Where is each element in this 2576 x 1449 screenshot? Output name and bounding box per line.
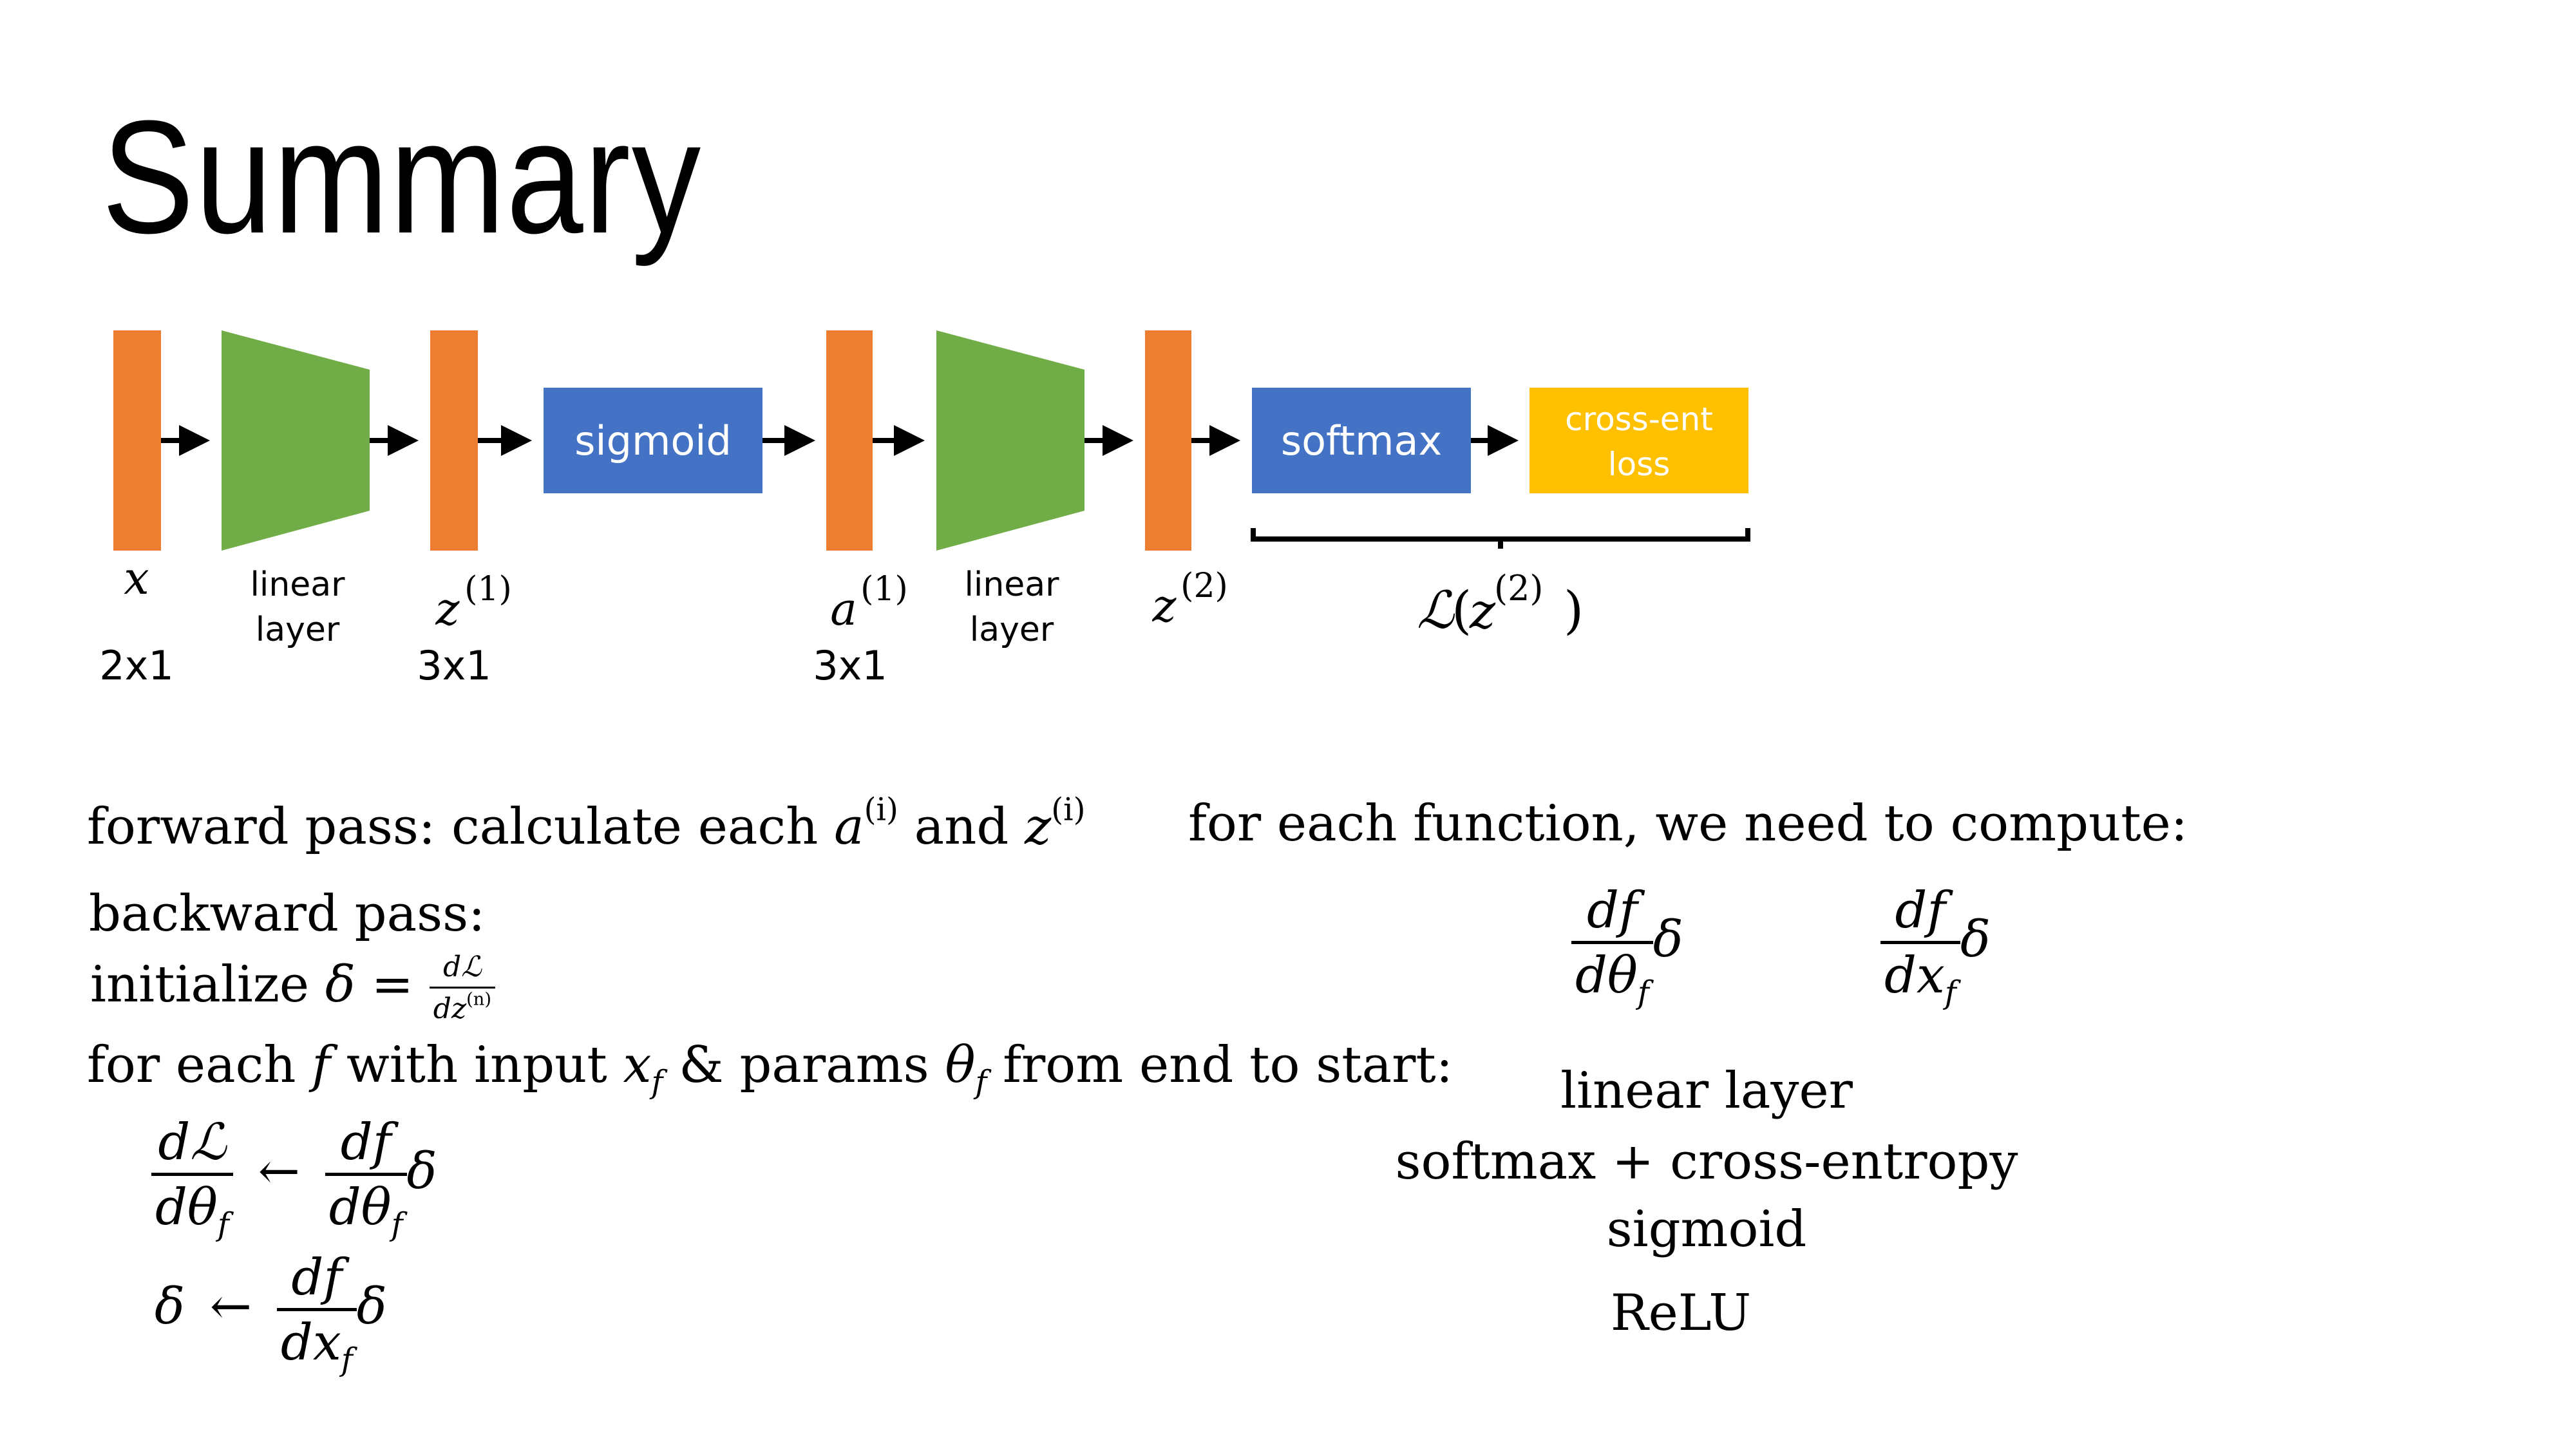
initialize-line: initialize δ = dℒ dz(n) bbox=[90, 953, 495, 1023]
update-delta-equation: δ ← df dxf δ bbox=[155, 1249, 387, 1378]
function-item-linear-layer: linear layer bbox=[1560, 1062, 1853, 1120]
vector-x bbox=[113, 330, 161, 551]
loop-line: for each f with input xf & params θf fro… bbox=[87, 1036, 1454, 1101]
dim-x: 2x1 bbox=[99, 642, 174, 689]
dim-a1: 3x1 bbox=[813, 642, 887, 689]
vector-z2 bbox=[1145, 330, 1191, 551]
linear-layer-1-label-line2: layer bbox=[256, 611, 340, 649]
loss-superscript: (2) bbox=[1494, 568, 1544, 609]
linear-layer-1 bbox=[222, 330, 370, 551]
deriv-input: df dxf δ bbox=[1880, 886, 1991, 1009]
softmax-label: softmax bbox=[1281, 417, 1442, 464]
right-heading: for each function, we need to compute: bbox=[1188, 795, 2188, 853]
forward-pass-line: forward pass: calculate each a(i) and z(… bbox=[87, 791, 1086, 856]
linear-layer-1-label-line1: linear bbox=[250, 565, 345, 604]
linear-layer-2-label-line1: linear bbox=[964, 565, 1059, 604]
vector-a1 bbox=[826, 330, 873, 551]
function-item-sigmoid: sigmoid bbox=[1606, 1200, 1807, 1258]
vector-z2-superscript: (2) bbox=[1180, 567, 1228, 605]
vector-a1-superscript: (1) bbox=[860, 570, 908, 609]
backward-pass-heading: backward pass: bbox=[89, 885, 486, 943]
cross-entropy-label-line1: cross-ent bbox=[1565, 401, 1713, 438]
function-item-softmax-cross-entropy: softmax + cross-entropy bbox=[1395, 1133, 2018, 1191]
linear-layer-2-label-line2: layer bbox=[970, 611, 1054, 649]
loss-arg: z bbox=[1469, 582, 1496, 639]
linear-layer-2 bbox=[936, 330, 1084, 551]
vector-z1 bbox=[430, 330, 478, 551]
deriv-params: df dθf δ bbox=[1571, 886, 1683, 1009]
function-item-relu: ReLU bbox=[1610, 1284, 1752, 1342]
loss-function-symbol: ℒ bbox=[1417, 580, 1455, 640]
loss-close-paren: ) bbox=[1564, 580, 1584, 640]
loss-open-paren: ( bbox=[1452, 580, 1472, 640]
vector-z1-superscript: (1) bbox=[464, 570, 512, 609]
init-fraction: dℒ dz(n) bbox=[429, 953, 495, 1023]
loss-brace bbox=[1251, 528, 1750, 549]
vector-z1-label: z bbox=[435, 583, 460, 636]
update-params-equation: dℒ dθf ← df dθf δ bbox=[151, 1117, 437, 1240]
vector-x-label: x bbox=[124, 552, 149, 605]
dim-z1: 3x1 bbox=[417, 642, 491, 689]
sigmoid-label: sigmoid bbox=[574, 417, 732, 464]
vector-z2-label: z bbox=[1152, 580, 1177, 632]
cross-entropy-label-line2: loss bbox=[1608, 446, 1671, 483]
vector-a1-label: a bbox=[830, 583, 857, 636]
